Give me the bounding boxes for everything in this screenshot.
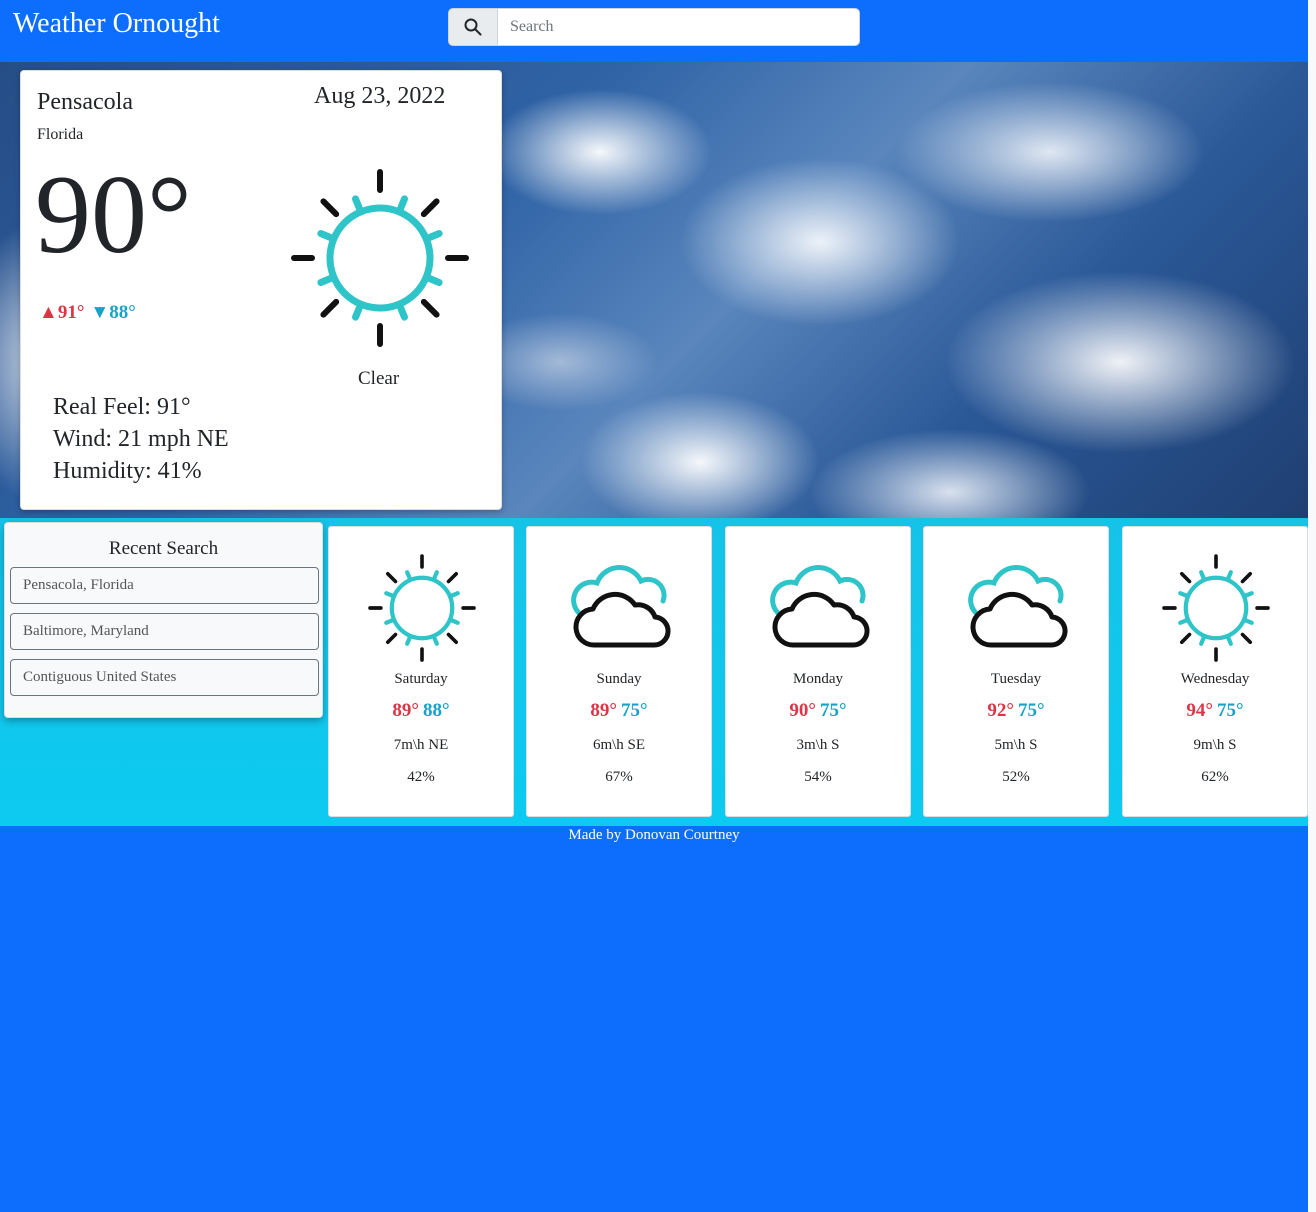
- forecast-low: 75°: [621, 700, 648, 721]
- forecast-low: 75°: [1217, 700, 1244, 721]
- navbar: Weather Ornought: [0, 0, 1308, 62]
- forecast-humidity: 42%: [407, 769, 435, 785]
- app-title[interactable]: Weather Ornought: [13, 8, 220, 40]
- forecast-wind: 5m\h S: [994, 737, 1038, 753]
- forecast-temps: 89° 88°: [329, 700, 513, 722]
- forecast-temps: 90° 75°: [726, 700, 910, 722]
- forecast-high: 89°: [392, 700, 419, 721]
- forecast-day: Monday: [793, 671, 843, 687]
- recent-search-title: Recent Search: [108, 538, 219, 559]
- low-temp: ▼88°: [90, 302, 136, 323]
- real-feel: Real Feel: 91°: [53, 394, 191, 420]
- sun-icon: [289, 167, 471, 349]
- forecast-humidity: 67%: [605, 769, 633, 785]
- forecast-high: 89°: [590, 700, 617, 721]
- low-temp-value: 88°: [109, 302, 136, 323]
- forecast-day: Tuesday: [990, 671, 1042, 687]
- forecast-day: Sunday: [596, 671, 642, 687]
- recent-search-card: Recent Search Pensacola, Florida Baltimo…: [4, 522, 323, 718]
- cloud-icon: [764, 553, 874, 663]
- forecast-high: 90°: [789, 700, 816, 721]
- forecast-card-tuesday: Tuesday 92° 75° 5m\h S 52%: [923, 526, 1109, 817]
- forecast-day: Saturday: [394, 671, 448, 687]
- forecast-day: Wednesday: [1180, 671, 1250, 687]
- search-icon: [464, 18, 482, 36]
- page-edge: [1308, 0, 1316, 1212]
- forecast-humidity: 52%: [1002, 769, 1030, 785]
- high-low: ▲91° ▼88°: [39, 302, 136, 324]
- current-date: Aug 23, 2022: [314, 83, 446, 109]
- wind: Wind: 21 mph NE: [53, 426, 229, 452]
- cloud-icon: [962, 553, 1072, 663]
- forecast-temps: 89° 75°: [527, 700, 711, 722]
- forecast-card-monday: Monday 90° 75° 3m\h S 54%: [725, 526, 911, 817]
- cloud-icon: [565, 553, 675, 663]
- forecast-humidity: 62%: [1201, 769, 1229, 785]
- forecast-wind: 6m\h SE: [592, 737, 646, 753]
- current-temperature: 90°: [35, 153, 192, 277]
- forecast-card-saturday: Saturday 89° 88° 7m\h NE 42%: [328, 526, 514, 817]
- forecast-wind: 3m\h S: [796, 737, 840, 753]
- forecast-card-sunday: Sunday 89° 75° 6m\h SE 67%: [526, 526, 712, 817]
- humidity: Humidity: 41%: [53, 458, 202, 484]
- forecast-wind: 9m\h S: [1193, 737, 1237, 753]
- forecast-temps: 92° 75°: [924, 700, 1108, 722]
- state-name: Florida: [37, 126, 84, 143]
- forecast-high: 94°: [1186, 700, 1213, 721]
- city-name: Pensacola: [37, 89, 133, 115]
- weather-details: Real Feel: 91° Wind: 21 mph NE Humidity:…: [53, 391, 229, 487]
- condition-label: Clear: [358, 368, 400, 389]
- forecast-wind: 7m\h NE: [393, 737, 449, 753]
- current-weather-card: Pensacola Florida Aug 23, 2022 90° ▲91° ▼…: [20, 70, 502, 510]
- recent-search-item[interactable]: Pensacola, Florida: [10, 567, 319, 604]
- search-button[interactable]: [448, 8, 498, 46]
- forecast-low: 75°: [1018, 700, 1045, 721]
- forecast-card-wednesday: Wednesday 94° 75° 9m\h S 62%: [1122, 526, 1308, 817]
- forecast-humidity: 54%: [804, 769, 832, 785]
- sun-icon: [1161, 553, 1271, 663]
- search-bar: [448, 8, 860, 46]
- footer-credit: Made by Donovan Courtney: [568, 827, 740, 843]
- sun-icon: [367, 553, 477, 663]
- forecast-high: 92°: [987, 700, 1014, 721]
- forecast-temps: 94° 75°: [1123, 700, 1307, 722]
- high-temp-value: 91°: [57, 302, 85, 323]
- recent-search-item[interactable]: Contiguous United States: [10, 659, 319, 696]
- forecast-low: 88°: [423, 700, 450, 721]
- high-temp: ▲91°: [39, 302, 85, 323]
- search-input[interactable]: [498, 8, 860, 46]
- recent-search-item[interactable]: Baltimore, Maryland: [10, 613, 319, 650]
- forecast-low: 75°: [820, 700, 847, 721]
